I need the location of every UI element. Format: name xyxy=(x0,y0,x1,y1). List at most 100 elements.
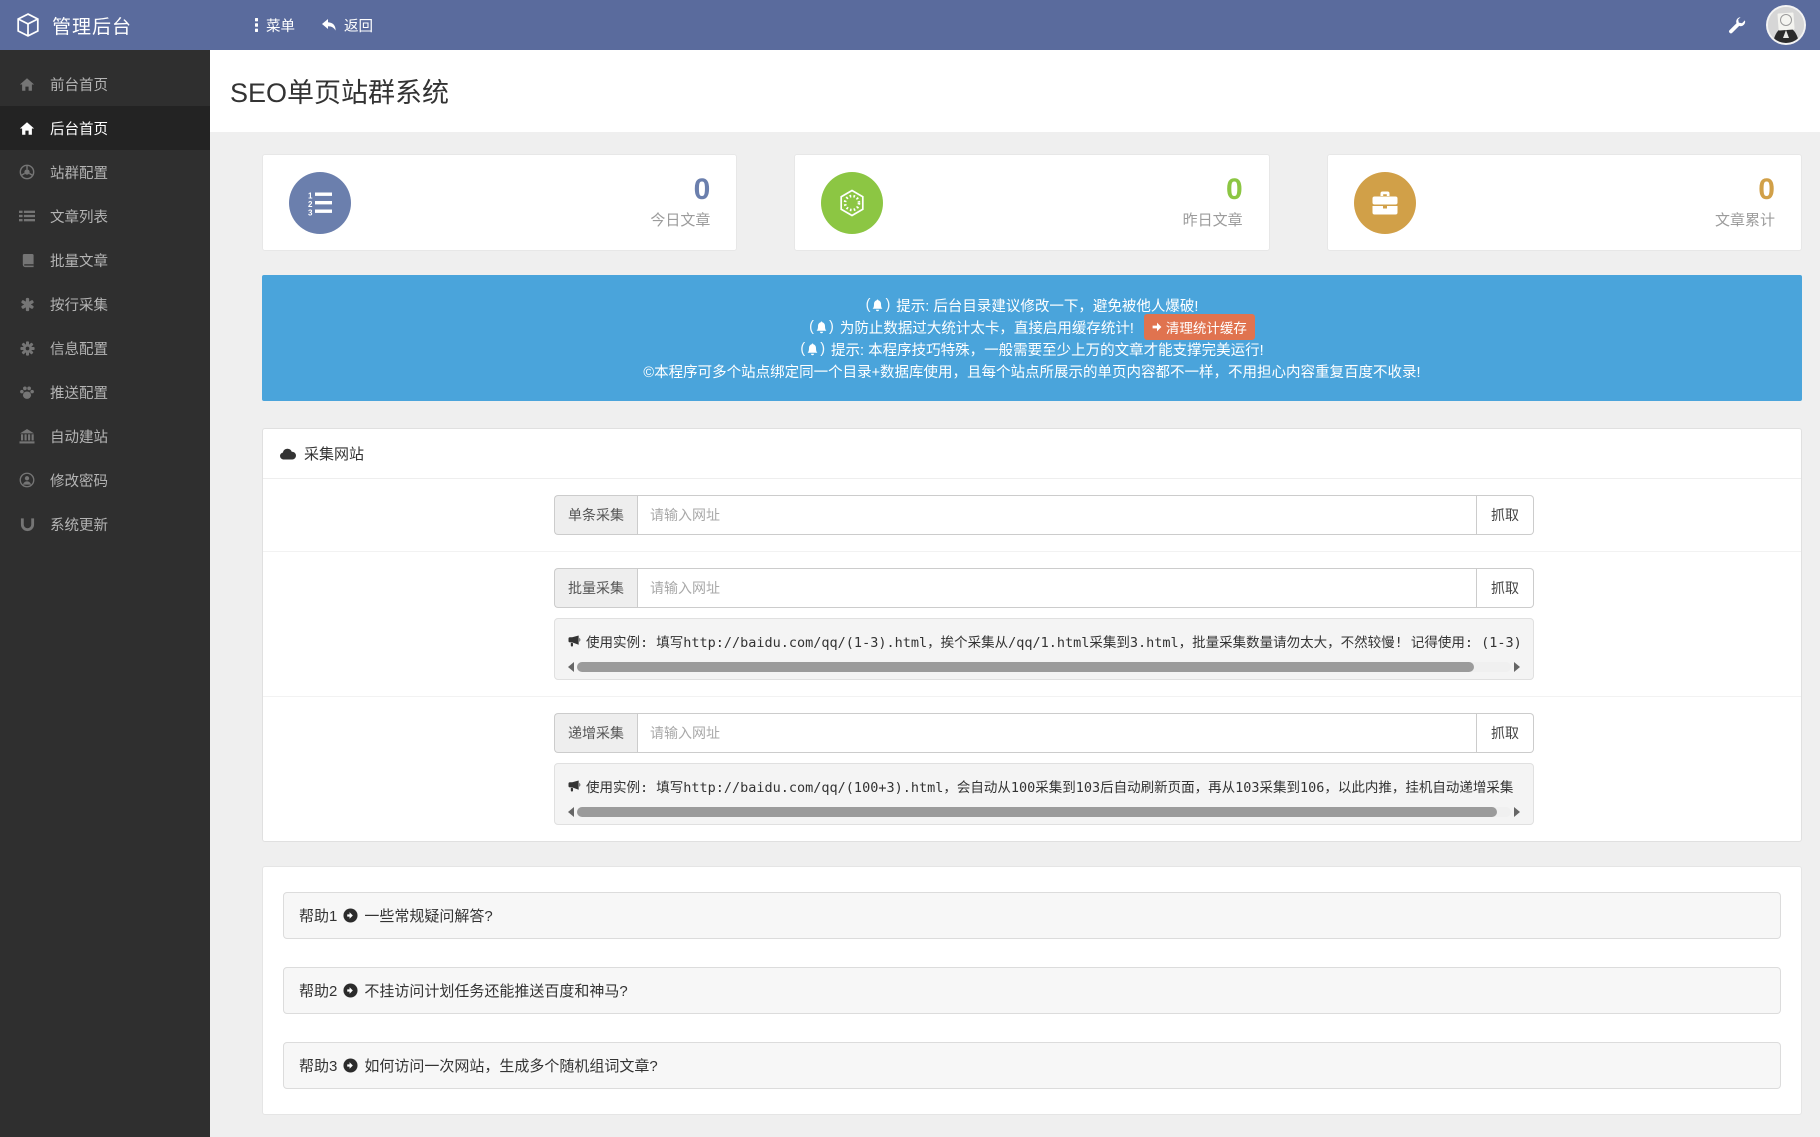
arrow-circle-right-icon xyxy=(343,1058,358,1073)
sidebar-item-label: 按行采集 xyxy=(50,294,108,315)
sidebar-item-batch-articles[interactable]: 批量文章 xyxy=(0,238,210,282)
svg-text:3: 3 xyxy=(308,208,313,216)
notice-text: 提示: 后台目录建议修改一下，避免被他人爆破! xyxy=(896,295,1198,316)
stat-value: 0 xyxy=(650,175,710,205)
user-circle-icon xyxy=(18,472,36,488)
cloud-icon xyxy=(279,448,296,460)
collect-panel-heading: 采集网站 xyxy=(263,429,1801,479)
single-collect-label: 单条采集 xyxy=(554,495,637,535)
arrow-circle-right-icon xyxy=(343,983,358,998)
collect-row-single: 单条采集 抓取 xyxy=(263,479,1801,552)
menu-label: 菜单 xyxy=(266,15,295,36)
stat-label: 今日文章 xyxy=(650,209,710,230)
list-icon xyxy=(18,209,36,223)
batch-collect-url-input[interactable] xyxy=(637,568,1477,608)
paren: ( xyxy=(800,341,805,357)
notice-line: ( ) 提示: 本程序技巧特殊，一般需要至少上万的文章才能支撑完美运行! xyxy=(272,338,1792,360)
main-content: SEO单页站群系统 1 2 3 0 今日文章 xyxy=(210,0,1820,1137)
bullhorn-icon xyxy=(568,780,581,792)
notice-line: ©本程序可多个站点绑定同一个目录+数据库使用，且每个站点所展示的单页内容都不一样… xyxy=(272,360,1792,382)
scrollbar-track[interactable] xyxy=(577,807,1511,817)
sidebar-item-front-home[interactable]: 前台首页 xyxy=(0,62,210,106)
paren: ) xyxy=(820,341,829,357)
topbar: 管理后台 菜单 返回 xyxy=(0,0,1820,50)
help-prefix: 帮助1 xyxy=(299,905,337,926)
scrollbar-thumb[interactable] xyxy=(577,662,1474,672)
arrow-right-icon xyxy=(1152,322,1162,332)
help-item-3[interactable]: 帮助3 如何访问一次网站，生成多个随机组词文章? xyxy=(283,1042,1781,1089)
increment-collect-fetch-button[interactable]: 抓取 xyxy=(1477,713,1534,753)
cube-logo-icon xyxy=(16,13,40,37)
scroll-left-arrow-icon[interactable] xyxy=(568,807,574,817)
scrollbar-thumb[interactable] xyxy=(577,807,1497,817)
avatar[interactable] xyxy=(1766,5,1806,45)
paren: ) xyxy=(829,319,838,335)
sidebar-item-info-config[interactable]: 信息配置 xyxy=(0,326,210,370)
scroll-right-arrow-icon[interactable] xyxy=(1514,807,1520,817)
paren: ) xyxy=(885,297,894,313)
increment-collect-label: 递增采集 xyxy=(554,713,637,753)
content-body: 1 2 3 0 今日文章 xyxy=(210,132,1820,1137)
horizontal-scrollbar[interactable] xyxy=(568,805,1520,818)
bank-icon xyxy=(18,429,36,444)
menu-link[interactable]: 菜单 xyxy=(254,15,295,36)
scroll-right-arrow-icon[interactable] xyxy=(1514,662,1520,672)
single-collect-url-input[interactable] xyxy=(637,495,1477,535)
help-item-1[interactable]: 帮助1 一些常规疑问解答? xyxy=(283,892,1781,939)
briefcase-icon xyxy=(1354,172,1416,234)
sidebar-item-label: 文章列表 xyxy=(50,206,108,227)
topbar-right xyxy=(1728,5,1820,45)
book-icon xyxy=(18,253,36,268)
page-title: SEO单页站群系统 xyxy=(230,71,1800,110)
paren: ( xyxy=(809,319,814,335)
sidebar-item-system-update[interactable]: 系统更新 xyxy=(0,502,210,546)
content-header: SEO单页站群系统 xyxy=(210,50,1820,132)
brand[interactable]: 管理后台 xyxy=(0,12,210,39)
brand-title: 管理后台 xyxy=(52,12,132,39)
help-text: 不挂访问计划任务还能推送百度和神马? xyxy=(364,980,627,1001)
sidebar-item-push-config[interactable]: 推送配置 xyxy=(0,370,210,414)
arrow-circle-right-icon xyxy=(343,908,358,923)
increment-collect-help-box: 使用实例: 填写http://baidu.com/qq/(100+3).html… xyxy=(554,763,1534,825)
wrench-icon[interactable] xyxy=(1728,16,1746,34)
clear-cache-button[interactable]: 清理统计缓存 xyxy=(1144,314,1255,340)
sidebar-item-label: 推送配置 xyxy=(50,382,108,403)
sidebar-item-label: 批量文章 xyxy=(50,250,108,271)
horizontal-scrollbar[interactable] xyxy=(568,660,1520,673)
batch-collect-fetch-button[interactable]: 抓取 xyxy=(1477,568,1534,608)
sidebar-item-line-collect[interactable]: 按行采集 xyxy=(0,282,210,326)
help-item-2[interactable]: 帮助2 不挂访问计划任务还能推送百度和神马? xyxy=(283,967,1781,1014)
help-text: 如何访问一次网站，生成多个随机组词文章? xyxy=(364,1055,657,1076)
batch-collect-help-text: 使用实例: 填写http://baidu.com/qq/(1-3).html，挨… xyxy=(586,631,1520,651)
sidebar-item-change-password[interactable]: 修改密码 xyxy=(0,458,210,502)
bell-icon xyxy=(807,343,818,356)
sidebar-item-label: 修改密码 xyxy=(50,470,108,491)
batch-collect-label: 批量采集 xyxy=(554,568,637,608)
stat-value: 0 xyxy=(1183,175,1243,205)
collect-panel: 采集网站 单条采集 抓取 批量采集 抓取 xyxy=(262,428,1802,842)
sidebar-item-article-list[interactable]: 文章列表 xyxy=(0,194,210,238)
hexagon-spinner-icon xyxy=(821,172,883,234)
input-group: 批量采集 抓取 xyxy=(554,568,1534,608)
increment-collect-url-input[interactable] xyxy=(637,713,1477,753)
scroll-left-arrow-icon[interactable] xyxy=(568,662,574,672)
input-group: 递增采集 抓取 xyxy=(554,713,1534,753)
single-collect-fetch-button[interactable]: 抓取 xyxy=(1477,495,1534,535)
notice-line: ( ) 为防止数据过大统计太卡，直接启用缓存统计! 清理统计缓存 xyxy=(272,316,1792,338)
reply-arrow-icon xyxy=(321,18,337,32)
back-link[interactable]: 返回 xyxy=(321,15,373,36)
home-icon xyxy=(18,77,36,92)
notice-line: ( ) 提示: 后台目录建议修改一下，避免被他人爆破! xyxy=(272,294,1792,316)
stat-card-right: 0 今日文章 xyxy=(650,175,710,230)
sidebar-item-sitegroup-config[interactable]: 站群配置 xyxy=(0,150,210,194)
paren: ( xyxy=(866,297,871,313)
scrollbar-track[interactable] xyxy=(577,662,1511,672)
stat-card-today: 1 2 3 0 今日文章 xyxy=(262,154,737,251)
collect-panel-title: 采集网站 xyxy=(304,443,364,464)
sidebar-item-back-home[interactable]: 后台首页 xyxy=(0,106,210,150)
clear-cache-label: 清理统计缓存 xyxy=(1166,317,1247,337)
help-container: 帮助1 一些常规疑问解答? 帮助2 不挂访问计划任务还能推送百度和神马? 帮助3… xyxy=(262,866,1802,1115)
sidebar-item-auto-build[interactable]: 自动建站 xyxy=(0,414,210,458)
stat-cards-row: 1 2 3 0 今日文章 xyxy=(262,154,1802,251)
sidebar: 前台首页 后台首页 站群配置 xyxy=(0,50,210,1137)
